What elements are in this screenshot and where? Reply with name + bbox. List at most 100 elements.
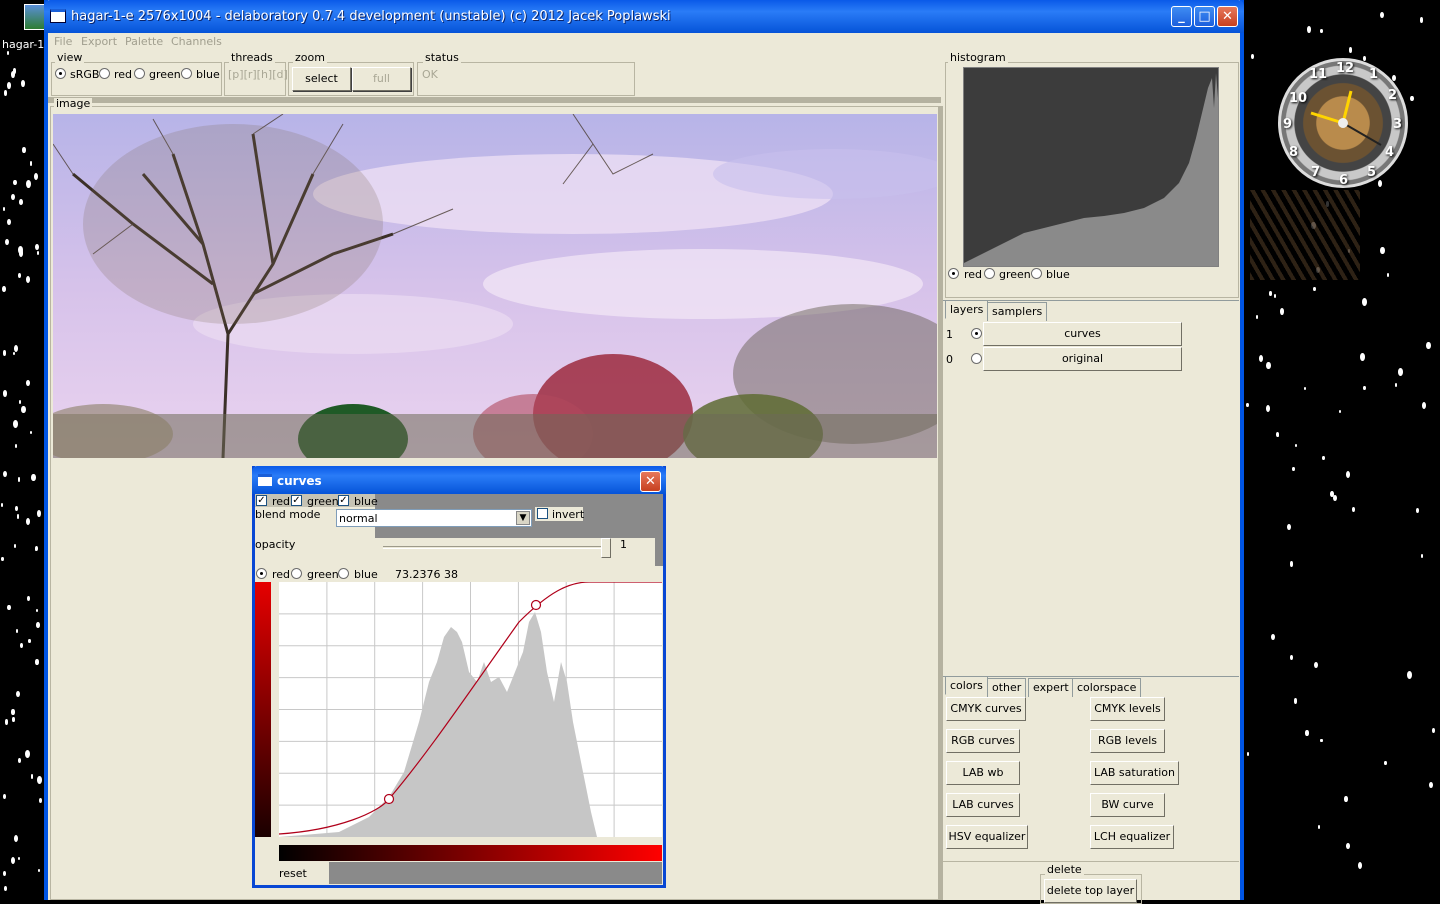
layer-select-radio[interactable]: [971, 353, 982, 364]
star-dot: [3, 470, 8, 478]
cmyk-curves-button[interactable]: CMYK curves: [946, 697, 1026, 721]
layer-curves-button[interactable]: curves: [983, 322, 1182, 346]
reset-button[interactable]: reset: [279, 868, 307, 880]
lab-wb-button[interactable]: LAB wb: [946, 761, 1020, 785]
view-red-radio[interactable]: [99, 68, 110, 79]
menu-palette[interactable]: Palette: [125, 33, 163, 51]
layer-original-button[interactable]: original: [983, 347, 1182, 371]
star-dot: [16, 690, 20, 697]
view-label: view: [55, 51, 85, 64]
menu-file[interactable]: File: [54, 33, 72, 51]
histogram-red-radio[interactable]: [948, 268, 959, 279]
blend-mode-value: normal: [339, 512, 378, 525]
tab-colorspace[interactable]: colorspace: [1072, 678, 1142, 697]
blend-mode-select[interactable]: normal ▼: [336, 509, 532, 527]
view-srgb-label: sRGB: [70, 68, 100, 81]
edit-blue-radio[interactable]: [338, 568, 349, 579]
zoom-select-button[interactable]: select: [292, 67, 351, 91]
desktop-icon-label[interactable]: hagar-1-: [2, 38, 48, 51]
view-srgb-radio[interactable]: [55, 68, 66, 79]
star-dot: [1320, 28, 1323, 33]
star-dot: [1338, 409, 1341, 414]
view-blue-radio[interactable]: [181, 68, 192, 79]
rgb-levels-button[interactable]: RGB levels: [1090, 729, 1165, 753]
view-green-label: green: [149, 68, 181, 81]
delete-top-layer-button[interactable]: delete top layer: [1044, 879, 1137, 903]
histogram-plot: [964, 73, 1218, 266]
star-dot: [37, 868, 40, 873]
tab-colors[interactable]: colors: [945, 676, 988, 695]
star-dot: [10, 857, 15, 864]
status-group: [417, 62, 635, 96]
bw-curve-button[interactable]: BW curve: [1090, 793, 1165, 817]
blue-channel-label: blue: [354, 495, 378, 508]
curves-bottom-filler: [329, 862, 662, 884]
close-button[interactable]: ✕: [1217, 6, 1238, 27]
star-dot: [1320, 738, 1323, 743]
tab-expert[interactable]: expert: [1028, 678, 1074, 697]
lch-equalizer-button[interactable]: LCH equalizer: [1090, 825, 1174, 849]
star-dot: [13, 835, 18, 842]
invert-checkbox[interactable]: [537, 508, 548, 519]
threads-label: threads: [229, 51, 275, 64]
star-dot: [1265, 361, 1271, 370]
rgb-curves-button[interactable]: RGB curves: [946, 729, 1020, 753]
opacity-slider-track[interactable]: [383, 546, 608, 549]
star-dot: [14, 444, 17, 448]
lab-saturation-button[interactable]: LAB saturation: [1090, 761, 1179, 785]
green-channel-checkbox[interactable]: ✓: [291, 495, 302, 506]
lab-curves-button[interactable]: LAB curves: [946, 793, 1020, 817]
star-dot: [0, 503, 4, 507]
tab-layers[interactable]: layers: [945, 300, 989, 319]
tab-samplers[interactable]: samplers: [987, 302, 1048, 321]
chevron-down-icon[interactable]: ▼: [516, 511, 530, 525]
star-dot: [36, 510, 41, 517]
desktop-wallpaper-rays: [1250, 190, 1360, 280]
opacity-slider-thumb[interactable]: [601, 538, 611, 558]
curve-editor[interactable]: [278, 581, 662, 837]
star-dot: [1286, 524, 1291, 531]
clock-hands: [1310, 90, 1382, 146]
star-dot: [6, 81, 12, 89]
star-dot: [26, 380, 30, 387]
zoom-full-button[interactable]: full: [352, 67, 411, 91]
clock-widget: 12 1 2 3 4 5 6 7 8 9 10 11: [1278, 58, 1408, 188]
landscape-photo: [53, 114, 937, 458]
star-dot: [1410, 95, 1414, 102]
desktop-image-icon[interactable]: [24, 4, 46, 30]
histogram-blue-label: blue: [1046, 268, 1070, 281]
tab-other[interactable]: other: [987, 678, 1027, 697]
view-green-radio[interactable]: [134, 68, 145, 79]
star-dot: [1344, 796, 1348, 802]
star-dot: [11, 717, 15, 722]
edit-green-radio[interactable]: [291, 568, 302, 579]
red-channel-checkbox[interactable]: ✓: [256, 495, 267, 506]
star-dot: [1428, 781, 1433, 789]
edit-red-radio[interactable]: [256, 568, 267, 579]
star-dot: [11, 709, 15, 715]
star-dot: [1258, 355, 1263, 363]
curves-close-button[interactable]: ✕: [640, 471, 661, 492]
hsv-equalizer-button[interactable]: HSV equalizer: [946, 825, 1028, 849]
star-dot: [25, 518, 30, 525]
star-dot: [1359, 353, 1365, 362]
layer-index: 1: [946, 328, 953, 341]
cmyk-levels-button[interactable]: CMYK levels: [1090, 697, 1165, 721]
threads-indicator: [p][r][h][d]: [228, 68, 288, 81]
maximize-button[interactable]: □: [1194, 6, 1215, 27]
view-blue-label: blue: [196, 68, 220, 81]
star-dot: [1420, 553, 1424, 558]
window-icon[interactable]: [50, 9, 66, 23]
layer-select-radio[interactable]: [971, 328, 982, 339]
menu-channels[interactable]: Channels: [171, 33, 222, 51]
minimize-button[interactable]: _: [1171, 6, 1192, 27]
menu-export[interactable]: Export: [81, 33, 117, 51]
histogram-blue-radio[interactable]: [1031, 268, 1042, 279]
star-dot: [1313, 661, 1318, 668]
histogram-label: histogram: [948, 51, 1008, 64]
image-preview[interactable]: [53, 114, 937, 458]
star-dot: [17, 272, 21, 279]
invert-label: invert: [552, 508, 585, 521]
histogram-green-radio[interactable]: [984, 268, 995, 279]
blue-channel-checkbox[interactable]: ✓: [338, 495, 349, 506]
